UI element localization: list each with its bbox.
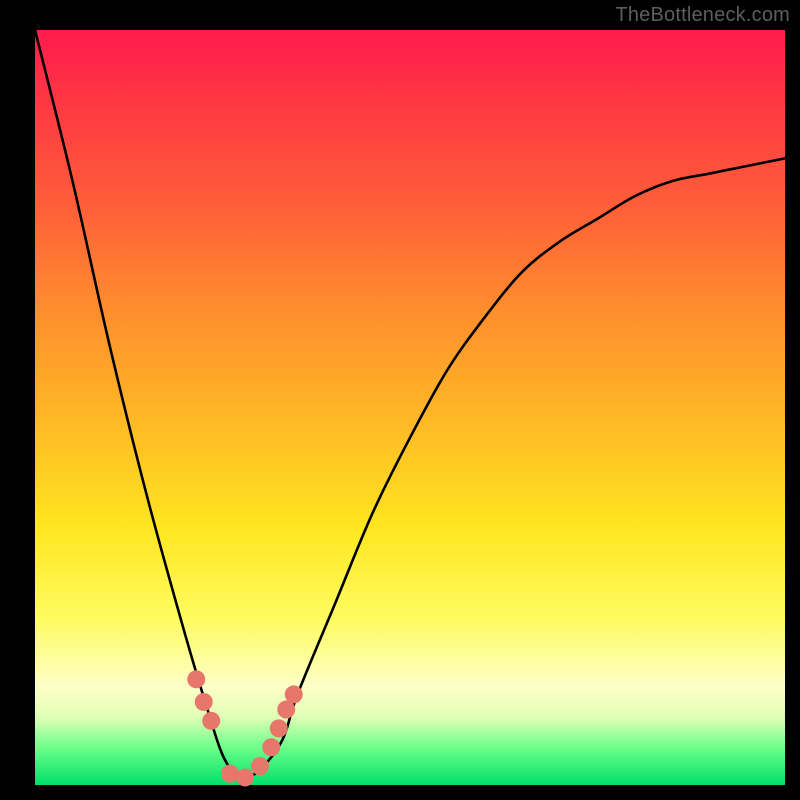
- marker-dot: [187, 670, 205, 688]
- chart-frame: TheBottleneck.com: [0, 0, 800, 800]
- marker-dot: [236, 768, 254, 786]
- watermark-label: TheBottleneck.com: [615, 4, 790, 27]
- chart-svg: [35, 30, 785, 785]
- marker-dot: [270, 719, 288, 737]
- highlighted-points: [187, 670, 303, 786]
- marker-dot: [221, 765, 239, 783]
- marker-dot: [251, 757, 269, 775]
- bottleneck-curve: [35, 30, 785, 779]
- marker-dot: [202, 712, 220, 730]
- marker-dot: [285, 685, 303, 703]
- marker-dot: [195, 693, 213, 711]
- marker-dot: [262, 738, 280, 756]
